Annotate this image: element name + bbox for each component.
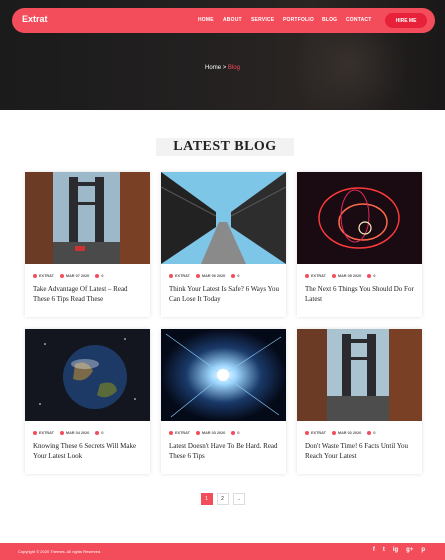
comment-icon (231, 274, 236, 278)
copyright-text: Copyright © 2020 Themes. All rights Rese… (18, 549, 102, 554)
next-page-button[interactable]: → (232, 493, 245, 505)
post-image[interactable] (161, 329, 286, 421)
breadcrumb-home[interactable]: Home (205, 65, 221, 71)
post-image[interactable] (25, 329, 150, 421)
pinterest-icon[interactable]: p (421, 547, 425, 553)
pagination: 1 2 → (0, 493, 445, 505)
calendar-icon (331, 431, 336, 435)
breadcrumb: Home > Blog (0, 65, 445, 71)
post-comments[interactable]: 0 (95, 274, 103, 278)
post-date: MAR 05 2020 (331, 274, 361, 278)
post-title[interactable]: Knowing These 6 Secrets Will Make Your L… (33, 441, 145, 461)
post-date: MAR 06 2020 (195, 274, 225, 278)
user-icon (33, 274, 37, 278)
post-date: MAR 02 2020 (331, 431, 361, 435)
site-logo[interactable]: Extrat (22, 14, 48, 24)
post-image[interactable] (161, 172, 286, 264)
post-comments[interactable]: 0 (95, 431, 103, 435)
calendar-icon (195, 274, 200, 278)
post-category[interactable]: EXTRAT (169, 431, 190, 435)
breadcrumb-separator: > (222, 65, 227, 71)
post-meta: EXTRAT MAR 05 2020 0 (305, 274, 375, 278)
nav-blog[interactable]: BLOG (322, 17, 337, 23)
post-date: MAR 04 2020 (59, 431, 89, 435)
post-image[interactable] (297, 172, 422, 264)
social-links: f t ig g+ p (373, 547, 425, 553)
post-category[interactable]: EXTRAT (33, 274, 54, 278)
user-icon (305, 274, 309, 278)
section-title: LATEST BLOG (156, 138, 294, 156)
comment-icon (95, 431, 100, 435)
twitter-icon[interactable]: t (383, 547, 385, 553)
post-meta: EXTRAT MAR 02 2020 0 (305, 431, 375, 435)
user-icon (33, 431, 37, 435)
post-title[interactable]: Take Advantage Of Latest – Read These 6 … (33, 284, 145, 304)
nav-about[interactable]: ABOUT (223, 17, 242, 23)
post-image[interactable] (297, 329, 422, 421)
post-comments[interactable]: 0 (367, 431, 375, 435)
blog-card[interactable]: EXTRAT MAR 04 2020 0 Knowing These 6 Sec… (25, 329, 150, 474)
post-category[interactable]: EXTRAT (305, 274, 326, 278)
post-category[interactable]: EXTRAT (169, 274, 190, 278)
page-2-button[interactable]: 2 (216, 493, 229, 505)
blog-card[interactable]: EXTRAT MAR 03 2020 0 Latest Doesn't Have… (161, 329, 286, 474)
post-date: MAR 07 2020 (59, 274, 89, 278)
post-meta: EXTRAT MAR 03 2020 0 (169, 431, 239, 435)
post-meta: EXTRAT MAR 06 2020 0 (169, 274, 239, 278)
comment-icon (231, 431, 236, 435)
post-comments[interactable]: 0 (231, 274, 239, 278)
post-date: MAR 03 2020 (195, 431, 225, 435)
user-icon (305, 431, 309, 435)
post-title[interactable]: Don't Waste Time! 6 Facts Until You Reac… (305, 441, 417, 461)
calendar-icon (59, 431, 64, 435)
comment-icon (367, 431, 372, 435)
post-category[interactable]: EXTRAT (33, 431, 54, 435)
calendar-icon (195, 431, 200, 435)
calendar-icon (331, 274, 336, 278)
nav-home[interactable]: HOME (198, 17, 214, 23)
page-1-button[interactable]: 1 (200, 493, 213, 505)
post-meta: EXTRAT MAR 07 2020 0 (33, 274, 103, 278)
calendar-icon (59, 274, 64, 278)
google-plus-icon[interactable]: g+ (406, 547, 413, 553)
blog-card[interactable]: EXTRAT MAR 05 2020 0 The Next 6 Things Y… (297, 172, 422, 317)
user-icon (169, 274, 173, 278)
blog-card[interactable]: EXTRAT MAR 02 2020 0 Don't Waste Time! 6… (297, 329, 422, 474)
post-comments[interactable]: 0 (367, 274, 375, 278)
blog-card[interactable]: EXTRAT MAR 06 2020 0 Think Your Latest I… (161, 172, 286, 317)
hero-banner: Extrat HOME ABOUT SERVICE PORTFOLIO BLOG… (0, 0, 445, 110)
nav-service[interactable]: SERVICE (251, 17, 274, 23)
top-navbar: Extrat HOME ABOUT SERVICE PORTFOLIO BLOG… (12, 8, 435, 33)
post-title[interactable]: Think Your Latest Is Safe? 6 Ways You Ca… (169, 284, 281, 304)
breadcrumb-current: Blog (227, 65, 240, 71)
footer: Copyright © 2020 Themes. All rights Rese… (0, 543, 445, 560)
post-title[interactable]: The Next 6 Things You Should Do For Late… (305, 284, 417, 304)
comment-icon (95, 274, 100, 278)
instagram-icon[interactable]: ig (393, 547, 398, 553)
blog-card[interactable]: EXTRAT MAR 07 2020 0 Take Advantage Of L… (25, 172, 150, 317)
post-category[interactable]: EXTRAT (305, 431, 326, 435)
comment-icon (367, 274, 372, 278)
nav-portfolio[interactable]: PORTFOLIO (283, 17, 314, 23)
hire-me-button[interactable]: HIRE ME (385, 13, 427, 28)
post-meta: EXTRAT MAR 04 2020 0 (33, 431, 103, 435)
post-comments[interactable]: 0 (231, 431, 239, 435)
post-image[interactable] (25, 172, 150, 264)
nav-contact[interactable]: CONTACT (346, 17, 371, 23)
user-icon (169, 431, 173, 435)
facebook-icon[interactable]: f (373, 547, 375, 553)
post-title[interactable]: Latest Doesn't Have To Be Hard. Read The… (169, 441, 281, 461)
